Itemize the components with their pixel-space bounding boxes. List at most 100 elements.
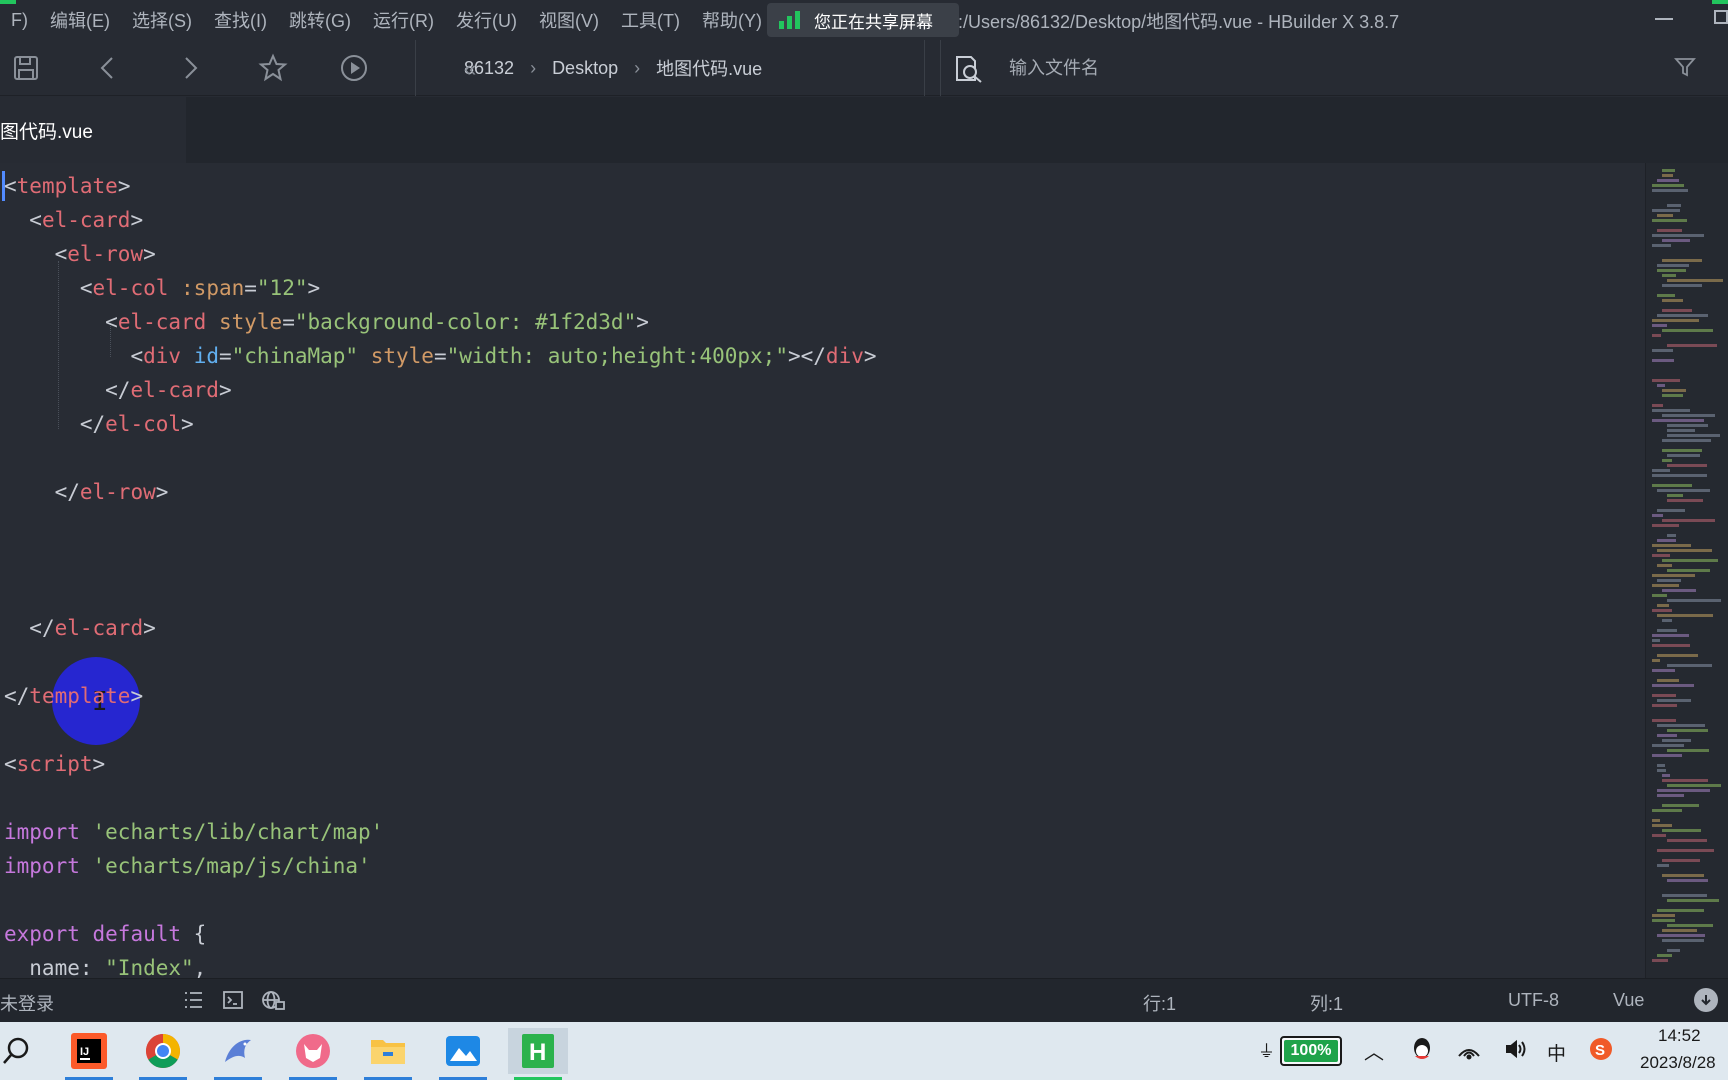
file-encoding[interactable]: UTF-8 [1508,990,1559,1011]
minimap-line [1657,509,1685,512]
volume-icon[interactable] [1504,1038,1528,1065]
photos-icon[interactable] [433,1028,493,1080]
code-line[interactable]: <div id="chinaMap" style="width: auto;he… [4,339,876,373]
minimap-line [1657,764,1665,767]
clock-time[interactable]: 14:52 [1658,1026,1701,1046]
minimap-line [1667,899,1719,902]
minimap[interactable] [1645,163,1728,978]
minimap-line [1662,519,1715,522]
minimap-line [1667,749,1709,752]
accent-strip [1712,0,1728,4]
breadcrumb-item[interactable]: 地图代码.vue [656,55,762,81]
fox-icon[interactable] [283,1028,343,1080]
code-line[interactable]: export default { [4,917,206,951]
file-search-icon[interactable] [953,54,985,89]
minimap-line [1667,784,1721,787]
minimap-line [1657,179,1679,182]
battery-indicator[interactable]: 100% [1280,1036,1342,1066]
menu-run[interactable]: 运行(R) [362,7,445,33]
minimap-line [1667,499,1703,502]
minimap-line [1667,464,1707,467]
download-icon[interactable] [1694,988,1718,1012]
chrome-icon[interactable] [133,1028,193,1080]
code-token: </ [105,378,131,402]
search-icon[interactable] [0,1028,46,1074]
code-line[interactable]: name: "Index", [4,951,206,978]
code-line[interactable]: </el-card> [4,611,155,645]
preview-icon[interactable] [260,989,286,1016]
minimap-line [1652,824,1672,827]
run-icon[interactable] [336,50,372,86]
forward-icon[interactable] [172,50,208,86]
tab-bar: 图代码.vue [0,97,1728,163]
code-line[interactable]: <el-card> [4,203,143,237]
svg-text:IJ: IJ [80,1046,89,1058]
minimap-line [1652,514,1663,517]
code-token: name: [4,956,106,978]
minimap-line [1662,559,1718,562]
menu-help[interactable]: 帮助(Y) [691,7,773,33]
back-icon[interactable] [90,50,126,86]
menu-publish[interactable]: 发行(U) [445,7,528,33]
code-token: > [130,208,144,232]
code-token: :span [181,276,245,300]
outline-icon[interactable] [182,989,204,1016]
maximize-icon[interactable] [1714,10,1728,24]
code-token: > [307,276,321,300]
menu-goto[interactable]: 跳转(G) [278,7,362,33]
star-icon[interactable] [255,50,291,86]
minimap-line [1657,629,1677,632]
code-token: "background-color: #1f2d3d" [294,310,637,334]
code-line[interactable]: <el-row> [4,237,156,271]
qq-icon[interactable] [1410,1036,1434,1067]
minimap-line [1662,589,1696,592]
menu-view[interactable]: 视图(V) [528,7,610,33]
breadcrumb-item[interactable]: Desktop [552,58,618,79]
code-line[interactable]: <el-col :span="12"> [4,271,320,305]
code-token: > [636,310,649,334]
code-line[interactable]: </el-col> [4,407,194,441]
menu-select[interactable]: 选择(S) [121,7,203,33]
code-line[interactable]: </el-card> [4,373,231,407]
menu-find[interactable]: 查找(I) [203,7,278,33]
file-name-input[interactable] [1009,54,1569,82]
hbuilder-icon[interactable]: H [508,1028,568,1080]
file-explorer-icon[interactable] [358,1028,418,1080]
code-line[interactable]: <el-card style="background-color: #1f2d3… [4,305,649,339]
sogou-icon[interactable]: S [1588,1036,1614,1067]
intellij-icon[interactable]: IJ [59,1028,119,1080]
minimap-line [1652,919,1675,922]
code-token: "12" [256,276,308,300]
chevron-up-icon[interactable]: ︿ [1364,1036,1384,1065]
code-line[interactable]: </el-row> [4,475,169,509]
terminal-icon[interactable] [222,989,244,1016]
code-line[interactable]: import 'echarts/map/js/china' [4,849,371,883]
code-editor[interactable]: I <template> <el-card> <el-row> <el-col … [0,163,1645,978]
save-icon[interactable] [8,50,44,86]
minimap-line [1652,524,1679,527]
login-status[interactable]: 未登录 [0,990,54,1016]
code-line[interactable]: import 'echarts/lib/chart/map' [4,815,383,849]
file-language[interactable]: Vue [1613,990,1644,1011]
menu-tools[interactable]: 工具(T) [610,7,691,33]
breadcrumb-back-icon[interactable]: « [464,56,476,82]
code-line[interactable]: <script> [4,747,105,781]
minimap-line [1652,644,1690,647]
filter-icon[interactable] [1674,56,1696,83]
menu-file[interactable]: F) [0,10,39,31]
minimap-line [1652,594,1667,597]
screen-share-indicator[interactable]: 您正在共享屏幕 [767,3,959,37]
input-method-indicator[interactable]: 中 [1547,1039,1566,1066]
tab-active-file[interactable]: 图代码.vue [0,97,186,163]
minimap-line [1652,719,1676,722]
dolphin-icon[interactable] [208,1028,268,1080]
wifi-icon[interactable] [1456,1038,1482,1065]
code-line[interactable]: <template> [4,169,130,203]
minimap-line [1662,169,1675,172]
minimize-icon[interactable] [1655,18,1673,20]
clock-date[interactable]: 2023/8/28 [1640,1053,1716,1073]
code-line[interactable]: </template> [4,679,143,713]
menu-edit[interactable]: 编辑(E) [39,7,121,33]
